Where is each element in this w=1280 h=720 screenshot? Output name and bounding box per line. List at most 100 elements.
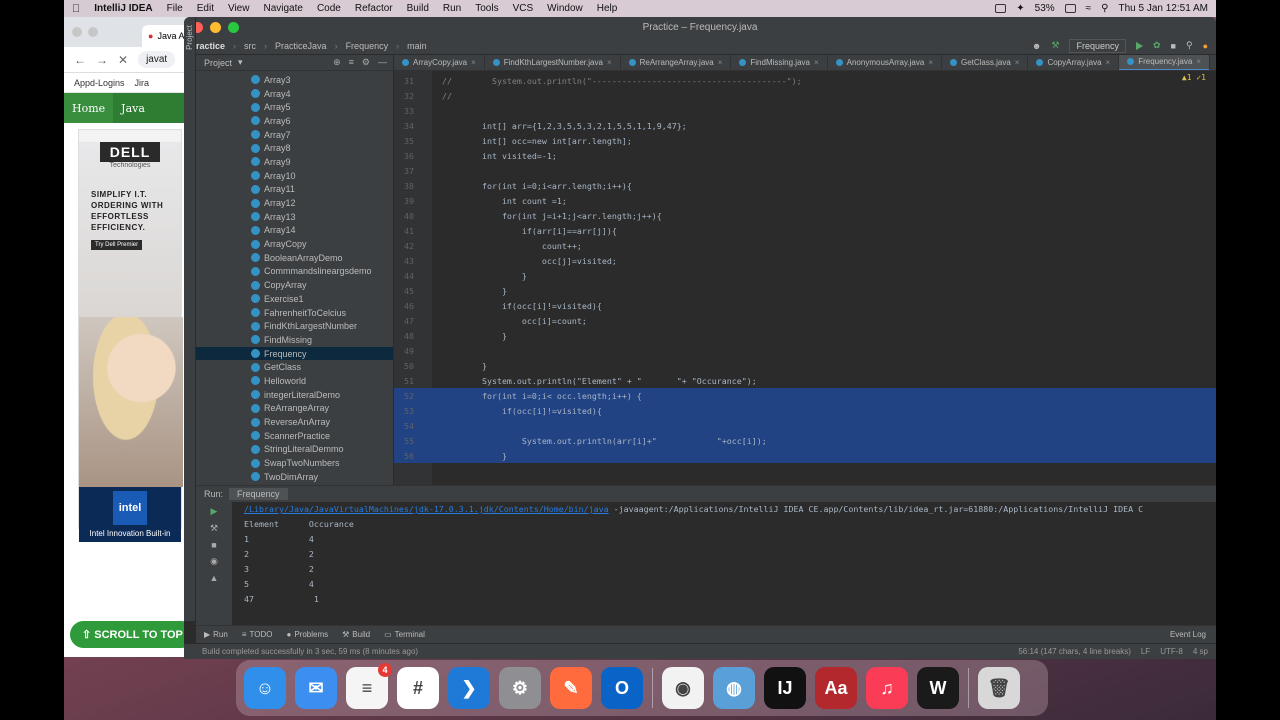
code-line[interactable]: 41 if(arr[i]==arr[j]){ (394, 223, 1216, 238)
dock-app-finder[interactable]: ☺ (244, 667, 286, 709)
code-editor[interactable]: ArrayCopy.java × FindKthLargestNumber.java… (394, 55, 1216, 485)
forward-arrow-icon[interactable]: → (96, 53, 108, 67)
dock-app-reminders[interactable]: ≡ 4 (346, 663, 392, 709)
menubar-app-name[interactable]: IntelliJ IDEA (94, 3, 152, 14)
tree-item[interactable]: FindMissing (196, 333, 393, 347)
menu-view[interactable]: View (228, 3, 250, 14)
menu-help[interactable]: Help (597, 3, 618, 14)
dock-app-paw[interactable]: ✎ (550, 667, 592, 709)
nav-java[interactable]: Java (113, 93, 153, 123)
code-line[interactable]: 42 count++; (394, 238, 1216, 253)
dock-app-trash[interactable]: 🗑 (978, 667, 1020, 709)
scroll-to-top-button[interactable]: ⇧ SCROLL TO TOP (70, 621, 195, 648)
code-area[interactable]: ▲1 ✓1 31// System.out.println("---------… (394, 71, 1216, 485)
browser-minimize-button[interactable] (88, 27, 98, 37)
tree-item[interactable]: Array14 (196, 224, 393, 238)
close-tab-icon[interactable]: × (1106, 58, 1111, 67)
tree-item[interactable]: Array11 (196, 183, 393, 197)
tree-item[interactable]: Frequency (196, 346, 393, 361)
code-line[interactable]: 40 for(int j=i+1;j<arr.length;j++){ (394, 208, 1216, 223)
tree-item[interactable]: Array13 (196, 210, 393, 224)
code-line[interactable]: 52 for(int i=0;i< occ.length;i++) { (394, 388, 1216, 403)
apple-icon[interactable]:  (72, 3, 80, 15)
bookmark-jira[interactable]: Jira (135, 78, 150, 88)
breadcrumb-class[interactable]: Frequency (346, 41, 389, 51)
code-line[interactable]: 47 occ[i]=count; (394, 313, 1216, 328)
stop-icon[interactable]: ■ (1171, 41, 1176, 51)
dock-app-outlook[interactable]: O (601, 667, 643, 709)
tree-item[interactable]: BooleanArrayDemo (196, 251, 393, 265)
battery-icon[interactable] (1064, 4, 1076, 13)
tree-item[interactable]: Array10 (196, 169, 393, 183)
build-hammer-icon[interactable]: ⚒ (1051, 40, 1059, 51)
status-icon[interactable] (995, 4, 1007, 13)
dock-app-webex[interactable]: W (917, 667, 959, 709)
menu-build[interactable]: Build (407, 3, 429, 14)
event-log-button[interactable]: Event Log (1170, 630, 1216, 639)
stop-run-icon[interactable]: ■ (211, 540, 216, 550)
hide-icon[interactable]: — (378, 57, 387, 68)
menu-vcs[interactable]: VCS (513, 3, 534, 14)
tree-item[interactable]: Commmandslineargsdemo (196, 265, 393, 279)
bottom-tab-todo[interactable]: ≡ TODO (242, 630, 273, 639)
close-tab-icon[interactable]: × (1196, 57, 1201, 66)
tree-item[interactable]: TwoDimArray (196, 470, 393, 484)
run-tab-frequency[interactable]: Frequency (229, 488, 288, 500)
breadcrumb-package[interactable]: PracticeJava (275, 41, 327, 51)
jdk-path-link[interactable]: /Library/Java/JavaVirtualMachines/jdk-17… (244, 504, 609, 514)
breadcrumb-method[interactable]: main (407, 41, 427, 51)
collapse-icon[interactable]: ≡ (349, 57, 354, 68)
updates-icon[interactable]: ● (1203, 41, 1208, 51)
address-bar[interactable]: javat (138, 51, 176, 68)
tree-item[interactable]: Helloworld (196, 374, 393, 388)
code-line[interactable]: 48 } (394, 328, 1216, 343)
bottom-tab-run[interactable]: ▶ Run (204, 630, 228, 639)
bookmark-appd-logins[interactable]: Appd-Logins (74, 78, 125, 88)
ad-cta-button[interactable]: Try Dell Premier (91, 240, 143, 250)
dock-app-dictionary[interactable]: Aa (815, 667, 857, 709)
tree-item[interactable]: Array3 (196, 73, 393, 87)
pin-icon[interactable]: ▲ (210, 573, 219, 583)
dock-app-safari-like[interactable]: ◍ (713, 667, 755, 709)
close-tab-icon[interactable]: × (471, 58, 476, 67)
back-arrow-icon[interactable]: ← (74, 53, 86, 67)
file-encoding[interactable]: UTF-8 (1160, 647, 1183, 656)
close-tab-icon[interactable]: × (1015, 58, 1020, 67)
close-tab-icon[interactable]: × (814, 58, 819, 67)
console-output[interactable]: /Library/Java/JavaVirtualMachines/jdk-17… (244, 504, 1212, 609)
status-message[interactable]: Build completed successfully in 3 sec, 5… (202, 647, 418, 656)
menu-code[interactable]: Code (317, 3, 341, 14)
editor-tab[interactable]: GetClass.java × (942, 55, 1029, 70)
code-line[interactable]: 49 (394, 343, 1216, 358)
indent-setting[interactable]: 4 sp (1193, 647, 1208, 656)
close-tab-icon[interactable]: × (718, 58, 723, 67)
dock-app-mail[interactable]: ✉ (295, 667, 337, 709)
caret-position[interactable]: 56:14 (147 chars, 4 line breaks) (1018, 647, 1131, 656)
bottom-tab-problems[interactable]: ● Problems (286, 630, 328, 639)
browser-close-button[interactable] (72, 27, 82, 37)
code-line[interactable]: 31 // System.out.println("---------------… (394, 73, 1216, 88)
tree-item[interactable]: FindKthLargestNumber (196, 319, 393, 333)
bluetooth-icon[interactable]: ✦ (1016, 3, 1024, 14)
run-icon[interactable] (1135, 41, 1143, 50)
locate-icon[interactable]: ⊕ (333, 57, 341, 68)
code-line[interactable]: 46 if(occ[i]!=visited){ (394, 298, 1216, 313)
breadcrumb-src[interactable]: src (244, 41, 256, 51)
tree-item[interactable]: ReverseAnArray (196, 415, 393, 429)
tree-item[interactable]: SwapTwoNumbers (196, 456, 393, 470)
menu-navigate[interactable]: Navigate (263, 3, 302, 14)
line-separator[interactable]: LF (1141, 647, 1150, 656)
tree-item[interactable]: Array5 (196, 100, 393, 114)
editor-tab[interactable]: CopyArray.java × (1028, 55, 1120, 70)
tree-item[interactable]: FahrenheitToCelcius (196, 306, 393, 320)
menu-run[interactable]: Run (443, 3, 461, 14)
dock-app-intellij-idea[interactable]: IJ (764, 667, 806, 709)
run-configuration-select[interactable]: Frequency (1069, 38, 1126, 53)
menu-tools[interactable]: Tools (475, 3, 498, 14)
code-line[interactable]: 53 if(occ[i]!=visited){ (394, 403, 1216, 418)
project-panel-title[interactable]: Project (204, 58, 232, 68)
debug-icon[interactable]: ✿ (1153, 40, 1161, 51)
tree-item[interactable]: integerLiteralDemo (196, 388, 393, 402)
code-line[interactable]: 44 } (394, 268, 1216, 283)
menu-edit[interactable]: Edit (197, 3, 214, 14)
